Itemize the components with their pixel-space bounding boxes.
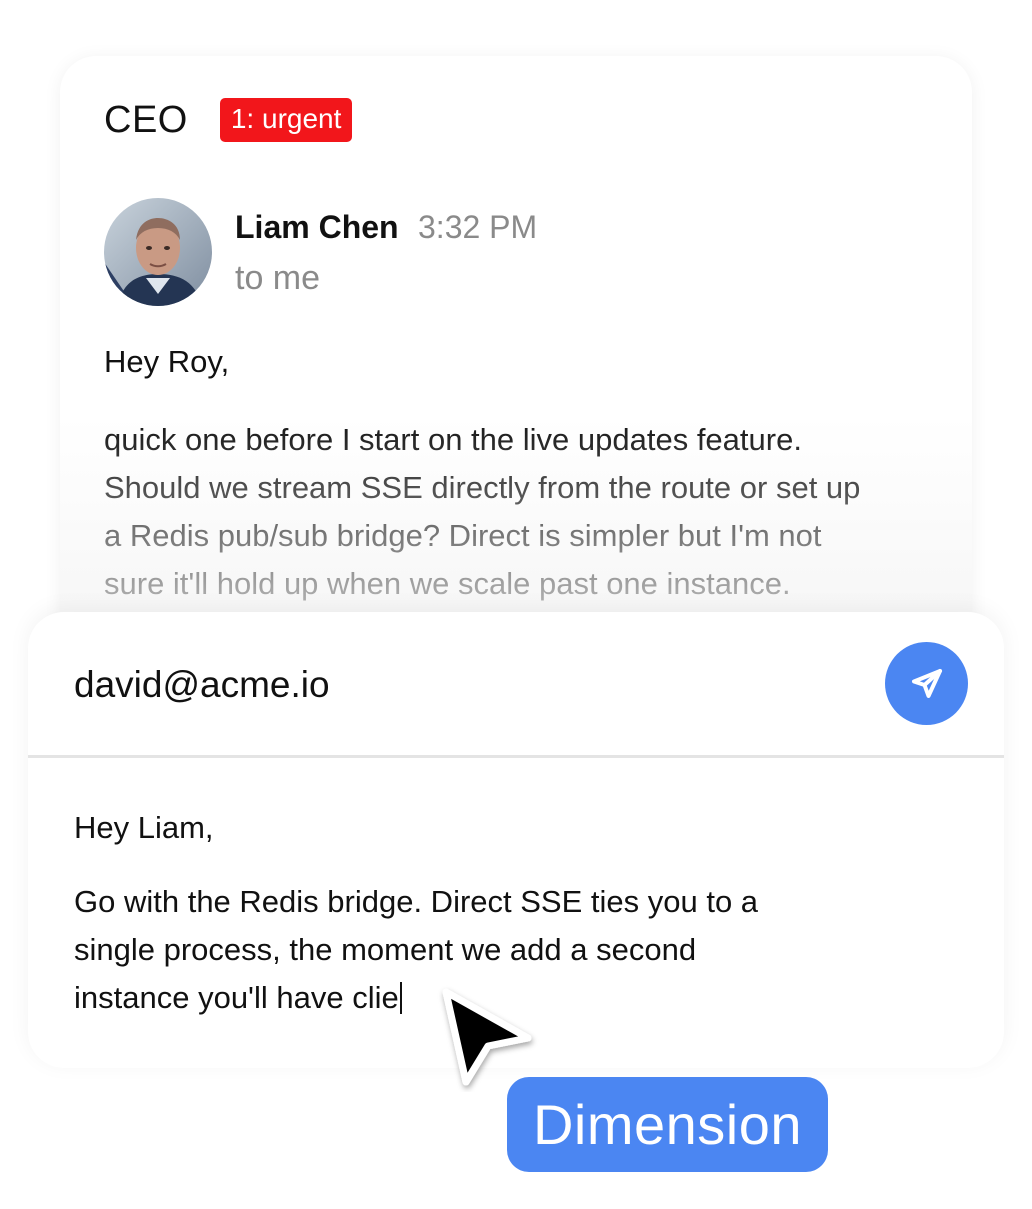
reply-body-line: single process, the moment we add a seco… <box>74 932 697 967</box>
email-body-line: a Redis pub/sub bridge? Direct is simple… <box>104 518 822 553</box>
person-avatar-icon <box>104 198 212 306</box>
reply-text: Go with the Redis bridge. Direct SSE tie… <box>74 878 758 1022</box>
reply-body-line-last: instance you'll have clie <box>74 974 758 1022</box>
composer-divider <box>28 755 1004 758</box>
mouse-pointer-icon <box>442 988 532 1086</box>
send-button[interactable] <box>885 642 968 725</box>
email-body-line: quick one before I start on the live upd… <box>104 422 802 457</box>
email-subject: CEO <box>104 98 188 141</box>
email-card: CEO 1: urgent Liam Chen 3:32 PM to me He… <box>60 56 972 656</box>
subject-row: CEO 1: urgent <box>104 98 353 142</box>
cursor-label: Dimension <box>507 1077 828 1172</box>
reply-greeting: Hey Liam, <box>74 810 214 845</box>
email-greeting: Hey Roy, <box>104 344 230 379</box>
email-body-line: Should we stream SSE directly from the r… <box>104 470 861 505</box>
reply-body-line: Go with the Redis bridge. Direct SSE tie… <box>74 884 759 919</box>
to-field[interactable]: david@acme.io <box>74 664 330 706</box>
sender-name[interactable]: Liam Chen <box>235 209 399 246</box>
sent-time: 3:32 PM <box>418 209 538 245</box>
email-body-line: sure it'll hold up when we scale past on… <box>104 566 791 601</box>
sender-avatar[interactable] <box>104 198 212 306</box>
reply-body-line-text: instance you'll have clie <box>74 980 399 1015</box>
email-body: quick one before I start on the live upd… <box>104 416 944 608</box>
priority-badge[interactable]: 1: urgent <box>219 98 353 142</box>
recipient-label[interactable]: to me <box>235 259 320 298</box>
text-caret <box>399 982 402 1014</box>
send-icon <box>911 668 942 698</box>
